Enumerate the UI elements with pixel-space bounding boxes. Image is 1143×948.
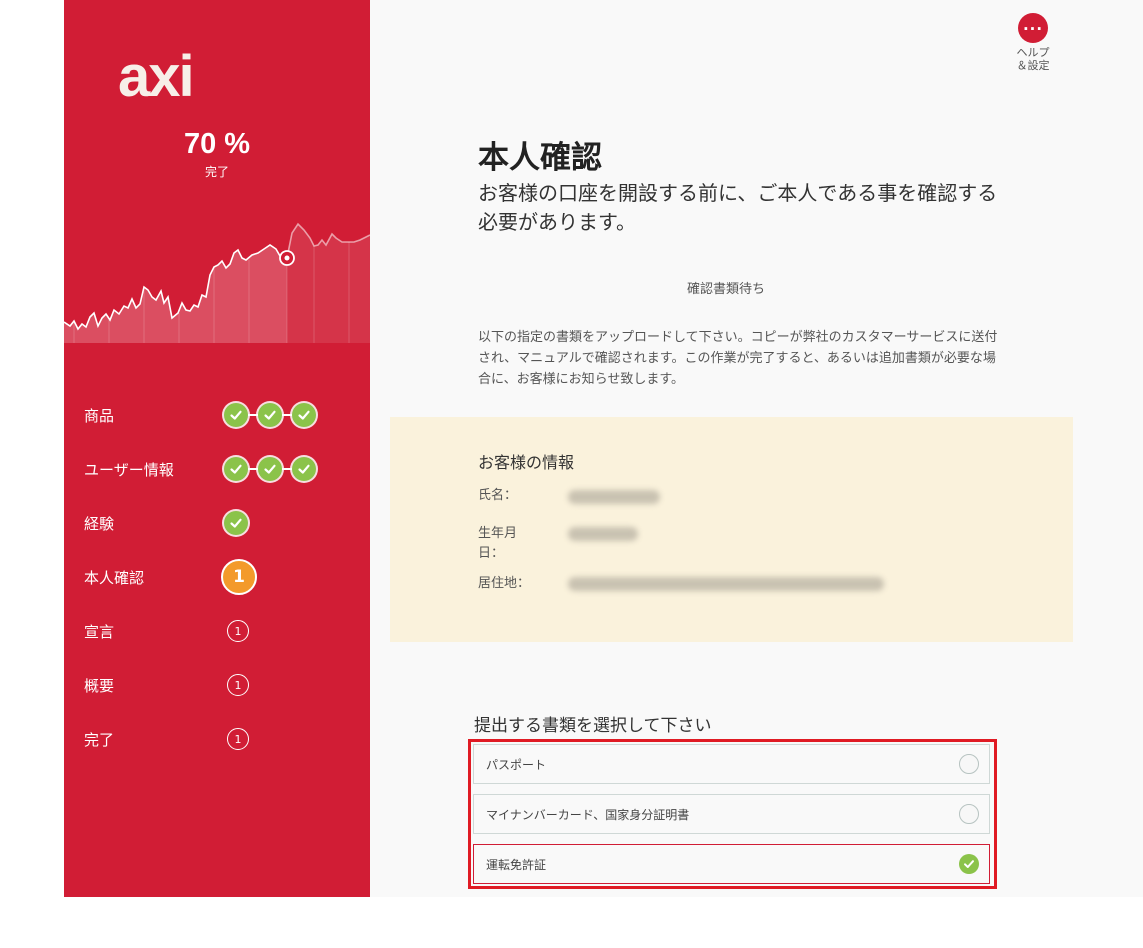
help-settings-label[interactable]: ヘルプ ＆設定 <box>998 46 1068 72</box>
step-label: 経験 <box>84 514 115 533</box>
step-status: 1 <box>224 620 249 642</box>
step-status <box>224 403 316 427</box>
step-label: 商品 <box>84 406 115 425</box>
logo-text: axi <box>118 48 193 102</box>
progress-percentage: 70 % <box>183 128 251 160</box>
check-icon <box>258 403 282 427</box>
sidebar: axi 70 % 完了 商品 ユーザー情報 経験 本人確認 1 宣言 1 概要 … <box>64 0 370 897</box>
step-identity-verification: 本人確認 1 <box>64 550 370 604</box>
main-content: ... ヘルプ ＆設定 本人確認 お客様の口座を開設する前に、ご本人である事を確… <box>370 0 1143 897</box>
verification-status: 確認書類待ち <box>686 282 765 297</box>
check-icon <box>224 511 248 535</box>
help-settings-button[interactable]: ... <box>1018 13 1048 43</box>
progress-chart <box>64 222 370 343</box>
page-title: 本人確認 <box>478 140 602 176</box>
page: axi 70 % 完了 商品 ユーザー情報 経験 本人確認 1 宣言 1 概要 … <box>0 0 1143 948</box>
step-pending-badge: 1 <box>227 620 249 642</box>
customer-info-title: お客様の情報 <box>478 453 575 472</box>
document-option-national-id[interactable]: マイナンバーカード、国家身分証明書 <box>473 794 990 834</box>
name-value-redacted <box>568 490 660 504</box>
step-summary: 概要 1 <box>64 658 370 712</box>
step-label: 本人確認 <box>84 568 145 587</box>
step-status <box>224 511 248 535</box>
steps-list: 商品 ユーザー情報 経験 本人確認 1 宣言 1 概要 1 完了 1 <box>64 388 370 766</box>
document-select-title: 提出する書類を選択して下さい <box>474 716 712 736</box>
address-value-redacted <box>568 577 884 591</box>
document-option-passport[interactable]: パスポート <box>473 744 990 784</box>
step-pending-badge: 1 <box>227 674 249 696</box>
step-user-info: ユーザー情報 <box>64 442 370 496</box>
step-label: 完了 <box>84 730 115 749</box>
dob-label: 生年月日： <box>478 526 518 561</box>
step-active-badge: 1 <box>221 559 257 595</box>
ellipsis-icon: ... <box>1022 15 1044 34</box>
check-icon <box>292 403 316 427</box>
check-icon <box>258 457 282 481</box>
customer-info-panel: お客様の情報 氏名： 生年月日： 居住地： <box>390 417 1073 642</box>
step-status: 1 <box>224 728 249 750</box>
progress-label: 完了 <box>204 165 229 179</box>
document-option-drivers-license[interactable]: 運転免許証 <box>473 844 990 884</box>
step-products: 商品 <box>64 388 370 442</box>
step-label: 宣言 <box>84 622 115 641</box>
step-status: 1 <box>224 674 249 696</box>
step-experience: 経験 <box>64 496 370 550</box>
check-icon <box>292 457 316 481</box>
page-subtitle: お客様の口座を開設する前に、ご本人である事を確認する必要があります。 <box>478 181 998 234</box>
radio-checked-icon[interactable] <box>959 854 979 874</box>
step-declaration: 宣言 1 <box>64 604 370 658</box>
step-status: 1 <box>221 559 257 595</box>
step-label: ユーザー情報 <box>84 460 174 479</box>
dob-value-redacted <box>568 527 638 541</box>
document-option-label: パスポート <box>486 757 547 772</box>
radio-unchecked-icon[interactable] <box>959 754 979 774</box>
step-pending-badge: 1 <box>227 728 249 750</box>
step-label: 概要 <box>84 676 115 695</box>
document-option-label: マイナンバーカード、国家身分証明書 <box>486 807 690 822</box>
radio-unchecked-icon[interactable] <box>959 804 979 824</box>
step-status <box>224 457 316 481</box>
address-label: 居住地： <box>478 576 531 591</box>
upload-instructions: 以下の指定の書類をアップロードして下さい。コピーが弊社のカスタマーサービスに送付… <box>478 330 998 387</box>
step-complete: 完了 1 <box>64 712 370 766</box>
name-label: 氏名： <box>478 488 518 503</box>
check-icon <box>224 403 248 427</box>
axi-logo: axi <box>118 48 195 102</box>
document-option-label: 運転免許証 <box>486 857 547 872</box>
check-icon <box>224 457 248 481</box>
